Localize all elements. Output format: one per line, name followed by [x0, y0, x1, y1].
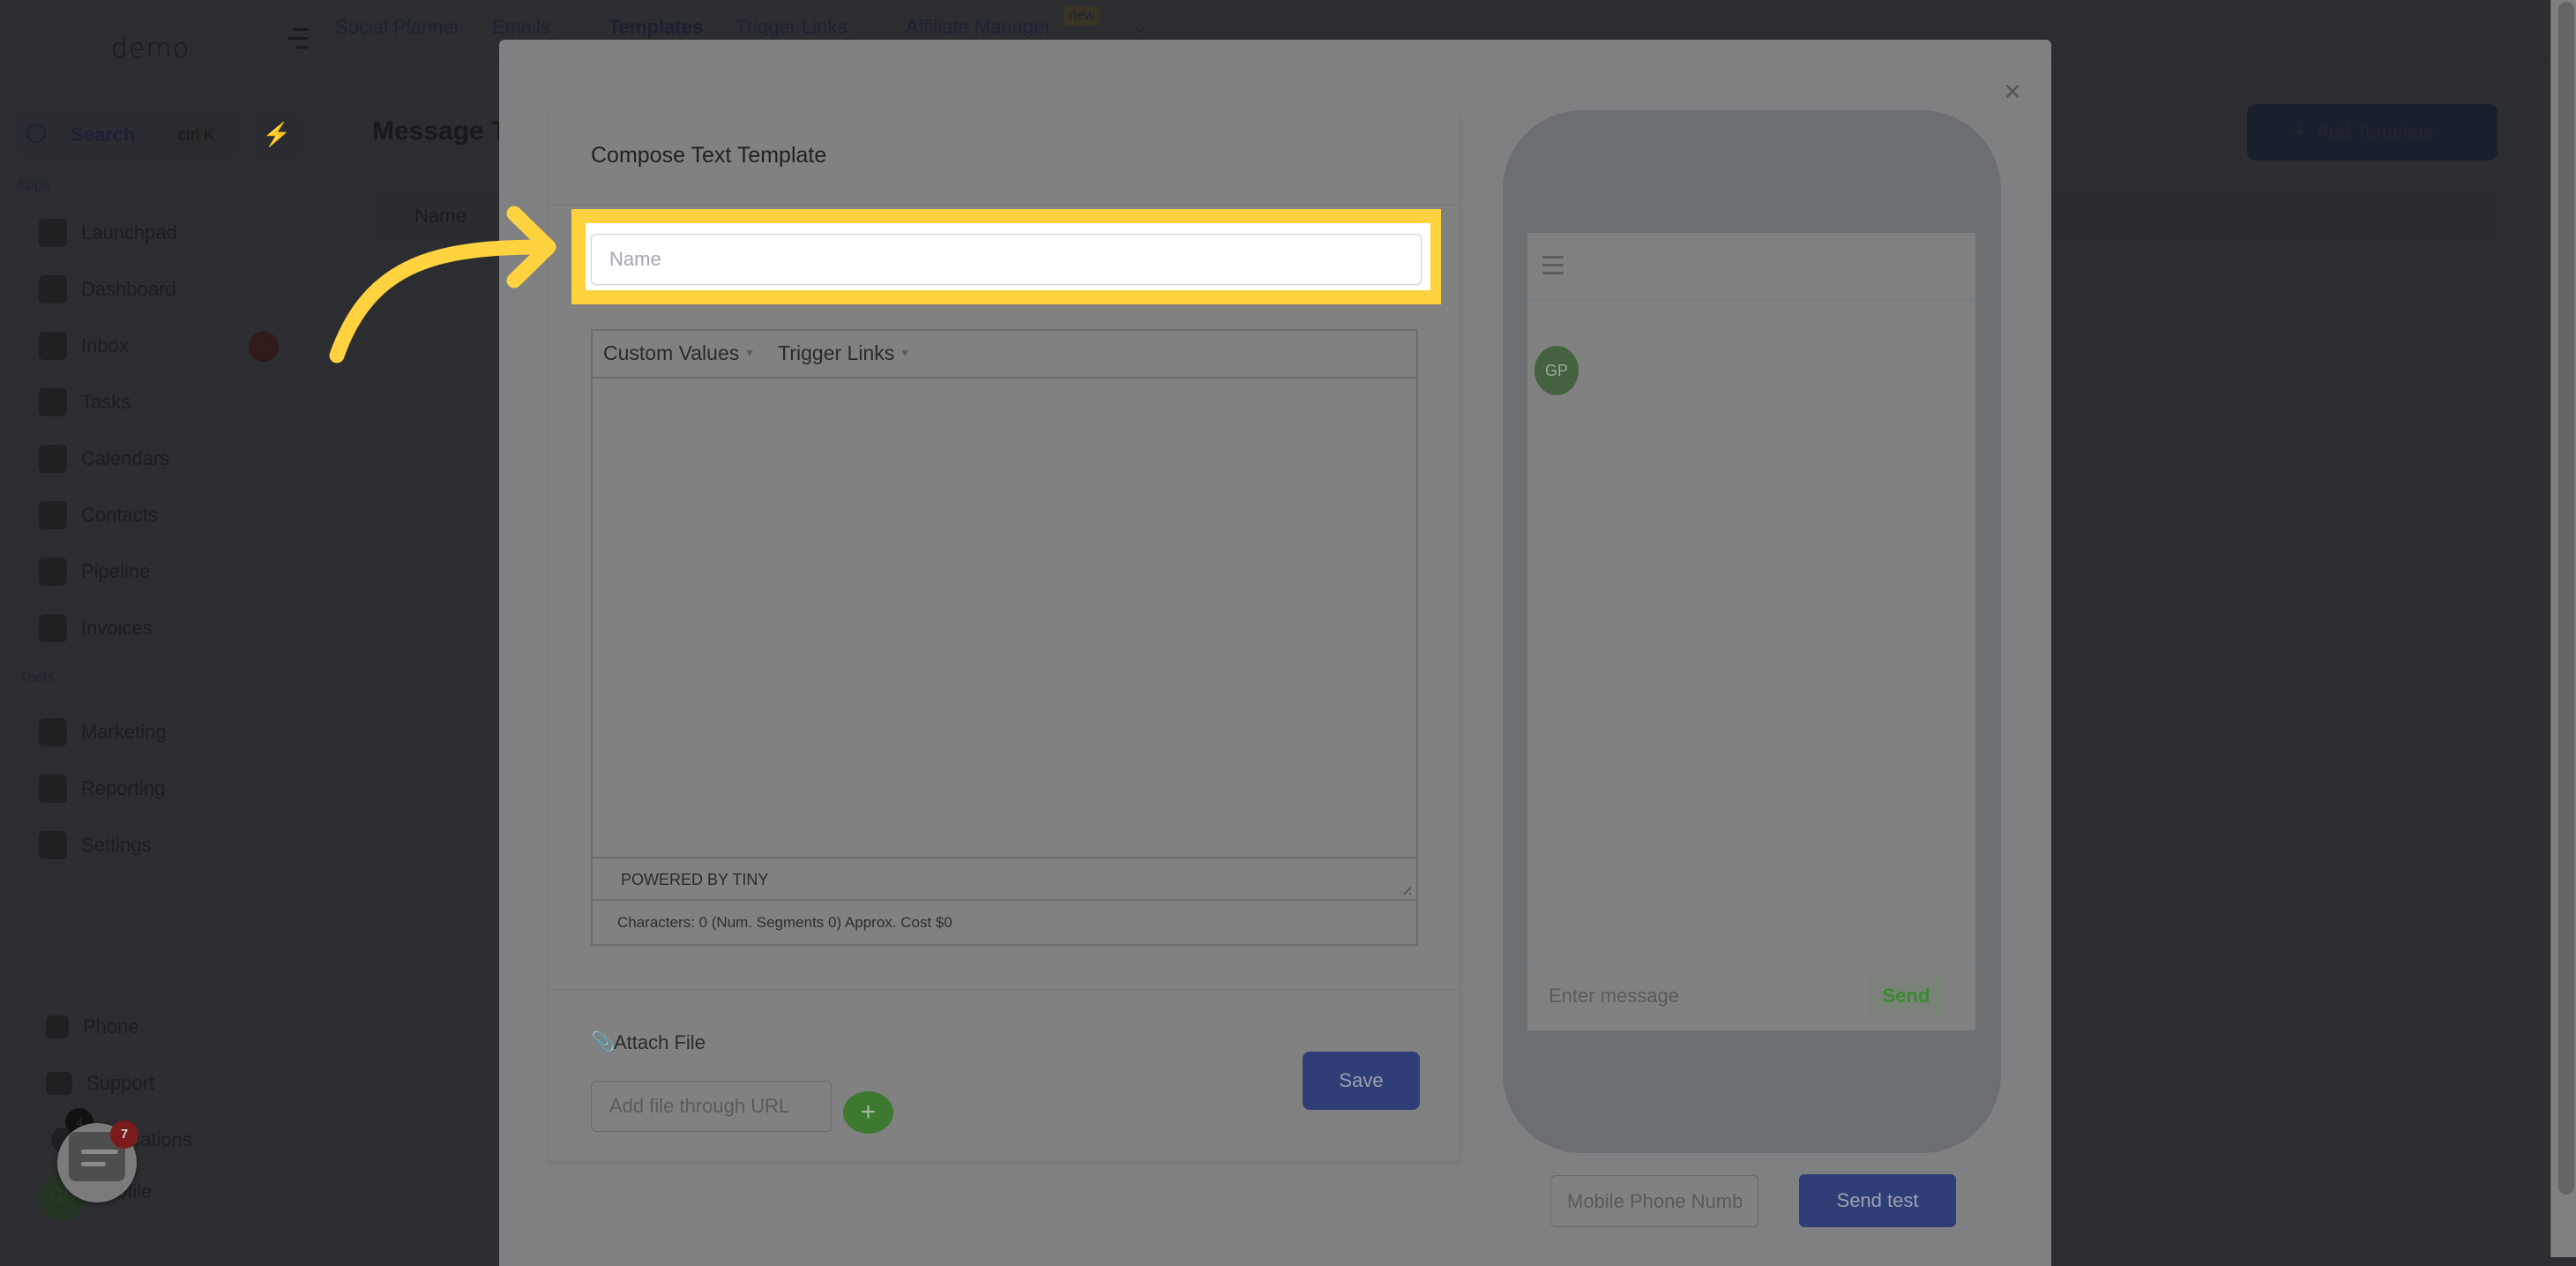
annotation-arrow-icon: [329, 206, 556, 363]
compose-title: Compose Text Template: [591, 143, 827, 168]
sidebar-item-contacts[interactable]: Contacts: [39, 498, 158, 533]
inbox-icon: [39, 332, 67, 360]
chevron-down-icon: ⌵: [852, 22, 862, 36]
close-modal-button[interactable]: ×: [1998, 75, 2027, 109]
preview-message-placeholder: Enter message: [1549, 985, 1679, 1007]
megaphone-icon: [39, 718, 67, 746]
calendar-icon: [39, 445, 67, 473]
support-icon: [46, 1072, 72, 1095]
characters-info: Characters: 0 (Num. Segments 0) Approx. …: [617, 914, 952, 931]
tasks-icon: [39, 388, 67, 416]
send-test-button[interactable]: Send test: [1799, 1174, 1956, 1227]
plus-icon: +: [860, 1097, 877, 1127]
pipeline-icon: [39, 558, 67, 586]
tools-section-label: Tools: [19, 669, 55, 685]
collapse-sidebar-icon[interactable]: [287, 28, 309, 49]
caret-down-icon: ▼: [900, 347, 911, 359]
file-url-input[interactable]: [591, 1081, 832, 1132]
phone-preview-header: [1527, 233, 1975, 302]
sidebar-item-marketing[interactable]: Marketing: [39, 715, 167, 750]
editor-toolbar: Custom Values ▼ Trigger Links ▼: [591, 329, 1418, 378]
invoices-icon: [39, 614, 67, 642]
sidebar-item-invoices[interactable]: Invoices: [39, 611, 153, 646]
chevron-down-icon: ⌵: [556, 22, 565, 36]
dashboard-icon: [39, 275, 67, 303]
pie-chart-icon: [39, 775, 67, 803]
custom-values-dropdown[interactable]: Custom Values ▼: [603, 341, 755, 365]
tab-templates[interactable]: Templates: [609, 16, 703, 39]
tab-social-planner[interactable]: Social Planner: [335, 16, 460, 39]
sidebar-item-reporting[interactable]: Reporting: [39, 771, 165, 806]
contacts-icon: [39, 501, 67, 529]
caret-down-icon: ▼: [744, 347, 756, 359]
close-icon: ×: [2004, 75, 2021, 109]
page-scrollbar-thumb[interactable]: [2558, 2, 2574, 1195]
tab-emails[interactable]: Emails ⌵: [492, 16, 565, 39]
tab-trigger-links[interactable]: Trigger Links ⌵: [735, 16, 862, 39]
editor-body-textarea[interactable]: [593, 378, 1416, 857]
new-badge: new: [1064, 6, 1101, 26]
sidebar-item-calendars[interactable]: Calendars: [39, 441, 169, 476]
app-logo: demo: [111, 34, 190, 64]
apps-section-label: Apps: [16, 176, 50, 193]
add-file-url-button[interactable]: +: [843, 1091, 893, 1134]
sidebar-item-inbox[interactable]: Inbox: [39, 328, 129, 363]
sidebar-item-settings[interactable]: Settings: [39, 828, 152, 863]
sidebar-item-launchpad[interactable]: Launchpad: [39, 215, 177, 251]
gear-icon: [39, 831, 67, 859]
phone-preview-screen: [1527, 233, 1975, 1030]
mobile-phone-input[interactable]: [1550, 1175, 1758, 1227]
trigger-links-dropdown[interactable]: Trigger Links ▼: [778, 341, 910, 365]
template-name-input[interactable]: [591, 234, 1422, 285]
powered-by-tiny-link[interactable]: POWERED BY TINY: [621, 871, 768, 889]
save-button[interactable]: Save: [1303, 1052, 1420, 1110]
more-tabs-chevron-icon[interactable]: ⌵: [1135, 21, 1146, 37]
attach-file-button[interactable]: Attach File: [614, 1031, 706, 1054]
tab-affiliate-manager[interactable]: Affiliate Manager: [906, 16, 1051, 39]
sidebar-item-tasks[interactable]: Tasks: [39, 385, 131, 420]
search-shortcut: ctrl K: [175, 126, 219, 145]
sidebar-item-support[interactable]: Support: [46, 1066, 154, 1101]
launchpad-icon: [39, 219, 67, 247]
search-label: Search: [71, 124, 136, 146]
quick-actions-button[interactable]: ⚡: [250, 109, 303, 159]
card-header-divider: [549, 204, 1460, 206]
search-icon: [26, 124, 46, 143]
card-footer-divider: [549, 989, 1460, 991]
add-template-button[interactable]: + Add Template ⌵: [2247, 104, 2498, 161]
phone-icon: [46, 1015, 69, 1038]
preview-send-button: Send: [1869, 975, 1944, 1017]
paperclip-icon: 📎: [591, 1030, 616, 1053]
chat-unread-badge: 7: [110, 1120, 138, 1149]
contact-avatar: GP: [1534, 346, 1579, 395]
sidebar-item-pipeline[interactable]: Pipeline: [39, 554, 150, 589]
sidebar-item-dashboard[interactable]: Dashboard: [39, 272, 176, 307]
chevron-down-icon: ⌵: [2443, 124, 2453, 139]
sidebar-item-phone[interactable]: Phone: [46, 1009, 139, 1045]
inbox-unread-badge: 1: [249, 332, 279, 362]
plus-icon: +: [2291, 117, 2308, 146]
bolt-icon: ⚡: [262, 121, 292, 147]
hamburger-menu-icon: [1542, 256, 1564, 275]
